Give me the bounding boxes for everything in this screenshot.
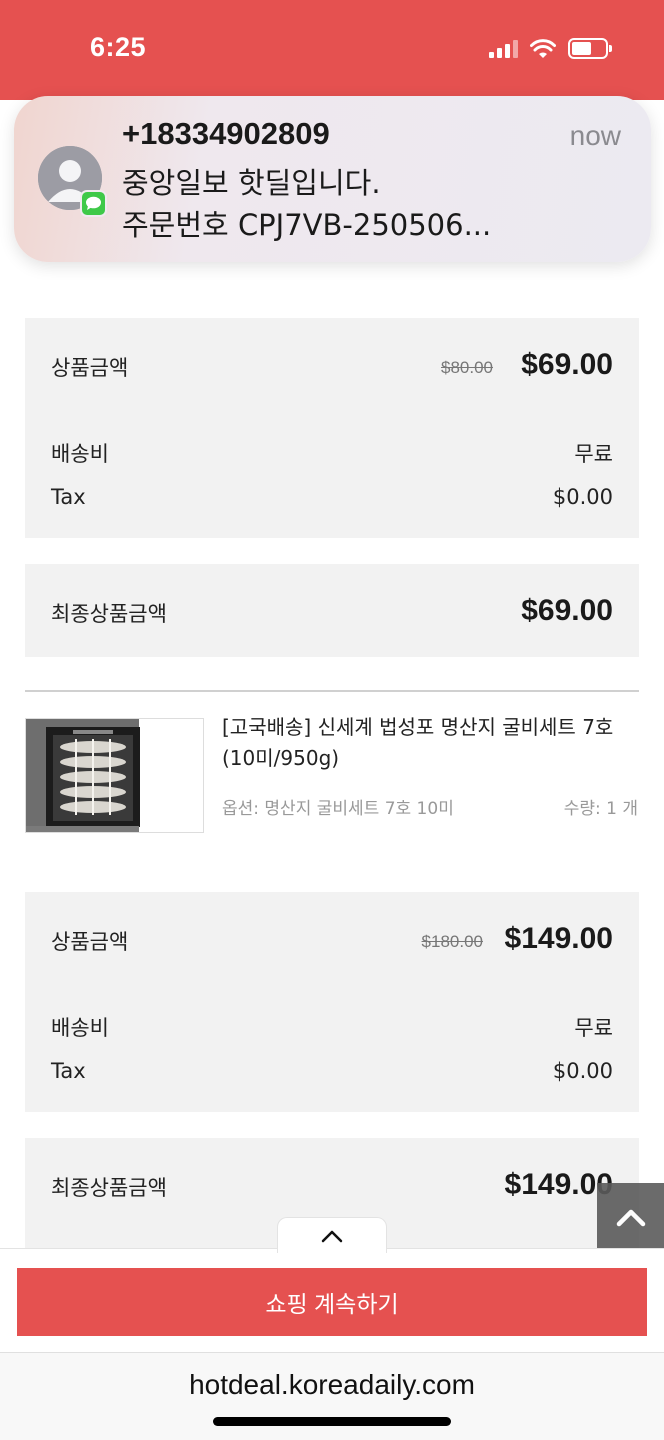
shipping-label: 배송비: [51, 1016, 109, 1040]
home-indicator[interactable]: [213, 1417, 451, 1426]
continue-shopping-button[interactable]: 쇼핑 계속하기: [17, 1268, 647, 1336]
product-quantity: 수량: 1 개: [563, 799, 638, 819]
chevron-up-icon: [321, 1230, 343, 1242]
sale-price: $149.00: [504, 922, 613, 955]
shipping-label: 배송비: [51, 442, 109, 466]
tax-value: $0.00: [552, 485, 613, 509]
status-bar: 6:25: [0, 0, 664, 100]
tax-value: $0.00: [552, 1059, 613, 1083]
cellular-signal-icon: [489, 39, 518, 58]
final-amount-box: 최종상품금액 $69.00: [25, 564, 639, 657]
tax-label: Tax: [51, 1059, 86, 1083]
notification-body-line: 주문번호 CPJ7VB-250506...: [122, 208, 492, 242]
notification-body-line: 중앙일보 핫딜입니다.: [122, 166, 381, 200]
tax-label: Tax: [51, 485, 86, 509]
shipping-value: 무료: [574, 1016, 613, 1040]
original-price: $180.00: [421, 932, 483, 951]
notification-sender: +18334902809: [122, 116, 330, 151]
message-notification[interactable]: +18334902809 now 중앙일보 핫딜입니다. 주문번호 CPJ7VB…: [14, 96, 651, 262]
final-amount-value: $69.00: [521, 594, 613, 627]
product-amount-label: 상품금액: [51, 930, 129, 954]
order-summary-box: 상품금액 $180.00 $149.00 배송비 무료 Tax $0.00: [25, 892, 639, 1112]
bottom-sheet-toggle[interactable]: [277, 1217, 387, 1253]
status-icons: [489, 38, 612, 59]
chevron-up-icon: [616, 1209, 645, 1226]
product-image[interactable]: [25, 718, 204, 833]
divider: [25, 690, 639, 692]
browser-address-bar[interactable]: hotdeal.koreadaily.com: [0, 1352, 664, 1440]
messages-app-icon: [80, 190, 107, 217]
product-option: 옵션: 명산지 굴비세트 7호 10미: [222, 799, 454, 819]
final-amount-label: 최종상품금액: [51, 602, 167, 626]
product-amount-label: 상품금액: [51, 356, 129, 380]
scroll-to-top-button[interactable]: [597, 1183, 664, 1250]
order-summary-box: 상품금액 $80.00 $69.00 배송비 무료 Tax $0.00: [25, 318, 639, 538]
product-title[interactable]: [고국배송] 신세계 법성포 명산지 굴비세트 7호(10미/950g): [222, 712, 634, 774]
battery-icon: [568, 38, 612, 59]
status-time: 6:25: [90, 32, 147, 62]
url-text[interactable]: hotdeal.koreadaily.com: [0, 1369, 664, 1401]
shipping-value: 무료: [574, 442, 613, 466]
sale-price: $69.00: [521, 348, 613, 381]
original-price: $80.00: [441, 358, 493, 377]
final-amount-label: 최종상품금액: [51, 1176, 167, 1200]
notification-time: now: [569, 120, 621, 151]
wifi-icon: [530, 38, 556, 58]
